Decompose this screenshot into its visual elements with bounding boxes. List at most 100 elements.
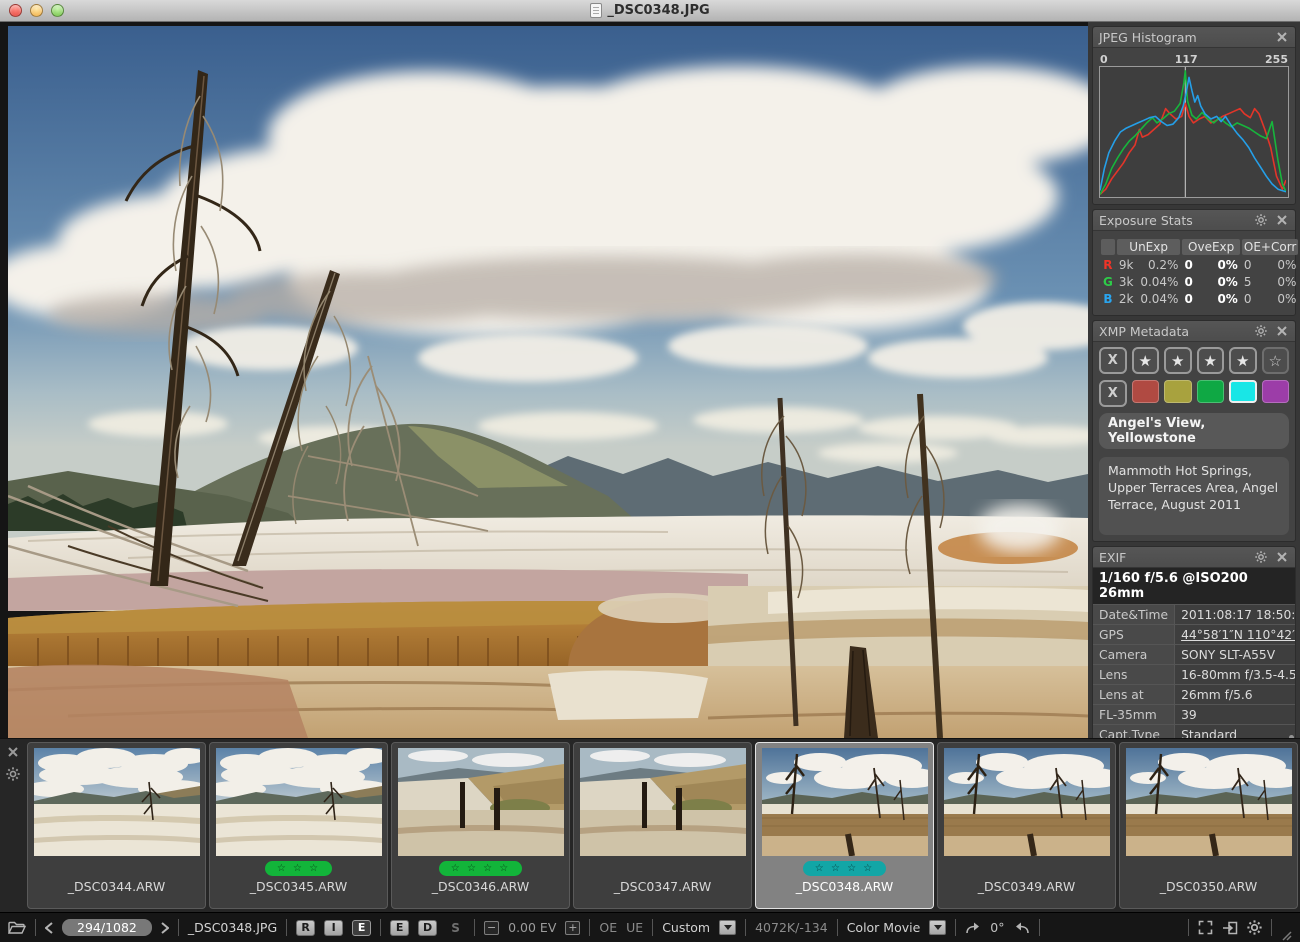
minimize-window-button[interactable] <box>30 4 43 17</box>
panel-exposure-stats: Exposure Stats UnExp OveExp OE+Corr <box>1092 209 1296 316</box>
thumbnail[interactable]: ☆ ☆ ☆ ☆ _DSC0346.ARW <box>391 742 570 909</box>
settings-gear-icon[interactable] <box>1247 920 1262 935</box>
thumbnail-name: _DSC0350.ARW <box>1160 879 1257 894</box>
xmp-title-field[interactable]: Angel's View, Yellowstone <box>1099 413 1289 449</box>
rotate-cw-icon[interactable] <box>965 921 981 935</box>
wb-preset-dropdown[interactable] <box>719 920 736 935</box>
title-bar: _DSC0348.JPG <box>0 0 1300 22</box>
sidebar: JPEG Histogram 0 117 255 <box>1088 22 1300 738</box>
divider <box>837 919 838 936</box>
exposure-button[interactable]: E <box>390 920 409 936</box>
star-1-button[interactable]: ★ <box>1132 347 1160 374</box>
resize-grip[interactable] <box>1281 930 1292 941</box>
next-file-icon[interactable] <box>161 922 169 934</box>
gear-icon[interactable] <box>1254 550 1268 564</box>
col-oveexp: OveExp <box>1182 239 1239 255</box>
details-button[interactable]: D <box>418 920 437 936</box>
tick-0: 0 <box>1100 53 1108 66</box>
divider <box>1188 919 1189 936</box>
thumbnail-name: _DSC0348.ARW <box>796 879 893 894</box>
ev-minus-button[interactable]: − <box>484 921 499 935</box>
thumbnail-name: _DSC0349.ARW <box>978 879 1075 894</box>
rating-pill: ☆ ☆ ☆ ☆ <box>803 861 886 876</box>
divider <box>589 919 590 936</box>
filmstrip-gear-icon[interactable] <box>6 767 20 781</box>
divider <box>380 919 381 936</box>
divider <box>1039 919 1040 936</box>
thumbnail[interactable]: _DSC0349.ARW <box>937 742 1116 909</box>
star-3-button[interactable]: ★ <box>1197 347 1225 374</box>
close-icon[interactable] <box>1275 324 1289 338</box>
ev-plus-button[interactable]: + <box>565 921 580 935</box>
col-unexp: UnExp <box>1117 239 1181 255</box>
gear-icon[interactable] <box>1254 213 1268 227</box>
oe-toggle[interactable]: OE <box>599 920 617 935</box>
star-4-button[interactable]: ★ <box>1229 347 1257 374</box>
thumbnail[interactable]: ☆ ☆ ☆ _DSC0345.ARW <box>209 742 388 909</box>
panel-header-jpeg-histogram: JPEG Histogram <box>1093 27 1295 48</box>
window-title: _DSC0348.JPG <box>607 3 709 18</box>
panel-exif: EXIF 1/160 f/5.6 @ISO200 26mm Date&Time2… <box>1092 546 1296 738</box>
close-icon[interactable] <box>1275 30 1289 44</box>
traffic-lights <box>9 4 64 17</box>
thumbnail-name: _DSC0344.ARW <box>68 879 165 894</box>
external-jpeg-button[interactable]: E <box>352 920 371 936</box>
prev-file-icon[interactable] <box>45 922 53 934</box>
exposure-table: UnExp OveExp OE+Corr R 9k0.2% 00% 00% G … <box>1099 236 1300 309</box>
divider <box>1271 919 1272 936</box>
xmp-description-field[interactable]: Mammoth Hot Springs, Upper Terraces Area… <box>1099 457 1289 535</box>
close-icon[interactable] <box>1275 550 1289 564</box>
exposure-row-b: B 2k0.04% 00% 00% <box>1101 292 1298 306</box>
creative-style-dropdown[interactable] <box>929 920 946 935</box>
fullscreen-icon[interactable] <box>1198 920 1213 935</box>
divider <box>745 919 746 936</box>
star-2-button[interactable]: ★ <box>1164 347 1192 374</box>
divider <box>955 919 956 936</box>
creative-style-label[interactable]: Color Movie <box>847 920 921 935</box>
current-filename: _DSC0348.JPG <box>188 920 277 935</box>
thumbnail-image <box>762 748 928 856</box>
close-window-button[interactable] <box>9 4 22 17</box>
thumbnail-name: _DSC0346.ARW <box>432 879 529 894</box>
histogram-plot <box>1099 66 1289 198</box>
thumbnail[interactable]: _DSC0350.ARW <box>1119 742 1298 909</box>
label-color-green[interactable] <box>1197 380 1225 403</box>
zoom-window-button[interactable] <box>51 4 64 17</box>
label-color-yellow[interactable] <box>1164 380 1192 403</box>
panel-title: EXIF <box>1099 550 1126 565</box>
photo-viewport[interactable] <box>0 22 1088 738</box>
label-color-purple[interactable] <box>1262 380 1290 403</box>
tick-255: 255 <box>1265 53 1288 66</box>
rotate-ccw-icon[interactable] <box>1014 921 1030 935</box>
document-icon <box>590 3 602 18</box>
raw-button[interactable]: R <box>296 920 315 936</box>
label-color-red[interactable] <box>1132 380 1160 403</box>
open-folder-icon[interactable] <box>8 921 26 935</box>
shadows-button[interactable]: S <box>446 920 465 936</box>
panel-header-exif: EXIF <box>1093 547 1295 568</box>
thumbnail[interactable]: _DSC0344.ARW <box>27 742 206 909</box>
rotation-angle: 0° <box>990 920 1004 935</box>
export-icon[interactable] <box>1222 921 1238 935</box>
histogram-axis: 0 117 255 <box>1099 53 1289 66</box>
wb-preset-label[interactable]: Custom <box>662 920 710 935</box>
clear-rating-button[interactable]: X <box>1099 347 1127 374</box>
thumbnail[interactable]: _DSC0347.ARW <box>573 742 752 909</box>
gps-link[interactable]: 44°58′1″N 110°42′20″W <box>1175 625 1295 645</box>
close-icon[interactable] <box>1275 213 1289 227</box>
rating-pill: ☆ ☆ ☆ ☆ <box>439 861 522 876</box>
internal-jpeg-button[interactable]: I <box>324 920 343 936</box>
thumbnail[interactable]: ☆ ☆ ☆ ☆ _DSC0348.ARW <box>755 742 934 909</box>
close-filmstrip-icon[interactable] <box>8 747 18 757</box>
divider <box>652 919 653 936</box>
rating-stars: ☆ ☆ ☆ <box>277 863 320 874</box>
thumbnail-row: _DSC0344.ARW ☆ ☆ ☆ _DSC0345.ARW ☆ ☆ ☆ ☆ … <box>25 739 1300 912</box>
exif-summary: 1/160 f/5.6 @ISO200 26mm <box>1093 568 1295 604</box>
gear-icon[interactable] <box>1254 324 1268 338</box>
thumbnail-image <box>1126 748 1292 856</box>
exposure-row-g: G 3k0.04% 00% 50% <box>1101 275 1298 289</box>
label-color-cyan[interactable] <box>1229 380 1257 403</box>
clear-label-button[interactable]: X <box>1099 380 1127 407</box>
star-5-button[interactable]: ☆ <box>1262 347 1290 374</box>
ue-toggle[interactable]: UE <box>626 920 643 935</box>
